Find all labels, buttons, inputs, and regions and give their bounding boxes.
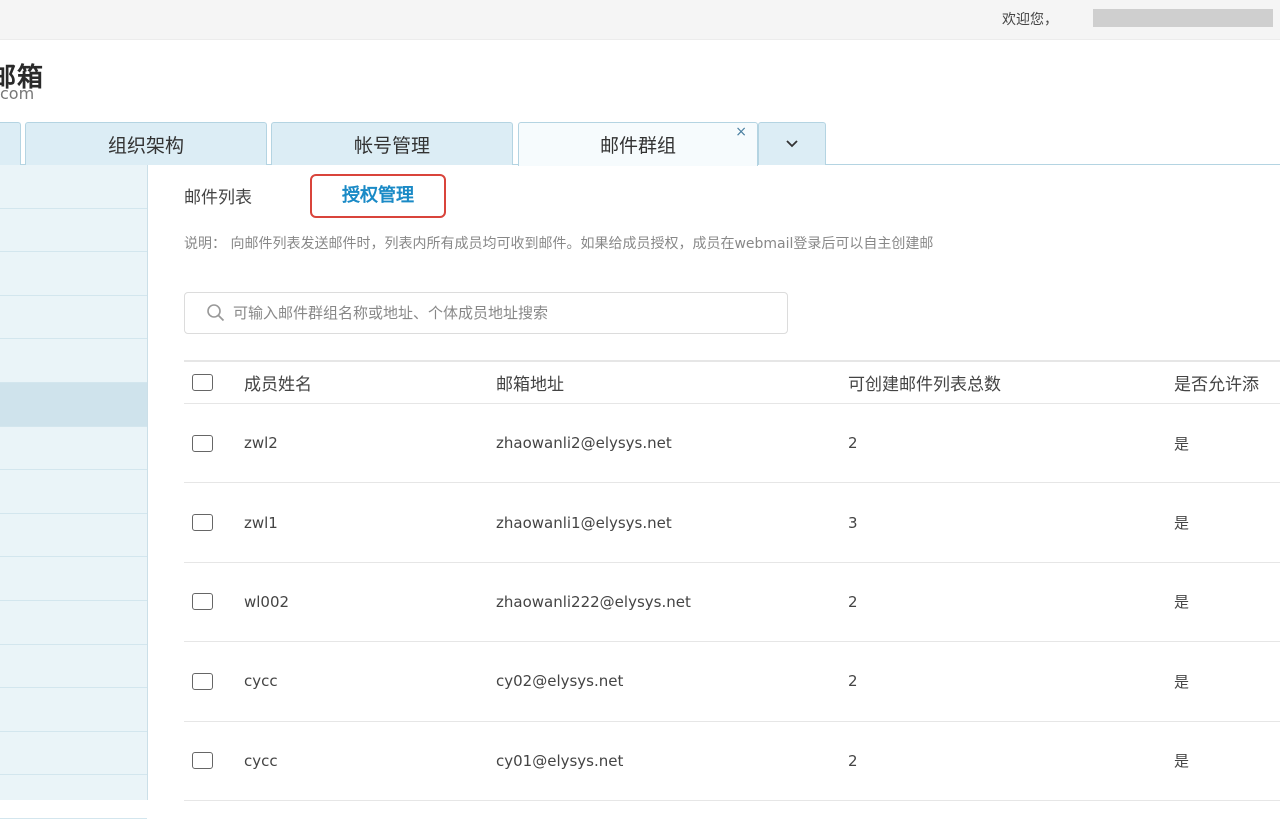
sidebar-item[interactable] (0, 645, 147, 689)
sidebar-item[interactable] (0, 296, 147, 340)
sidebar-item[interactable] (0, 601, 147, 645)
welcome-text: 欢迎您， (1002, 12, 1058, 28)
sidebar-item[interactable] (0, 470, 147, 514)
member-email: zhaowanli222@elysys.net (496, 592, 691, 611)
sidebar-item[interactable] (0, 688, 147, 732)
member-name: cycc (244, 751, 278, 770)
member-allow: 是 (1174, 514, 1190, 533)
member-list-total: 2 (848, 434, 858, 453)
member-allow: 是 (1174, 752, 1190, 771)
tab-mail-groups[interactable]: 邮件群组 × (518, 122, 758, 166)
header-list-total: 可创建邮件列表总数 (848, 375, 1001, 395)
header-allow: 是否允许添 (1174, 375, 1259, 395)
select-all-checkbox[interactable] (192, 374, 213, 391)
member-name: zwl1 (244, 513, 278, 532)
member-list-total: 2 (848, 751, 858, 770)
tab-bar: 组织架构 帐号管理 邮件群组 × (0, 122, 1280, 166)
row-checkbox[interactable] (192, 672, 213, 690)
sidebar-item[interactable] (0, 165, 147, 209)
username-redacted (1093, 9, 1273, 27)
row-checkbox[interactable] (192, 752, 213, 770)
sidebar-item[interactable] (0, 557, 147, 601)
member-name: zwl2 (244, 434, 278, 453)
description-note: 说明： 向邮件列表发送邮件时，列表内所有成员均可收到邮件。如果给成员授权，成员在… (184, 236, 934, 252)
sidebar-item[interactable] (0, 514, 147, 558)
member-list-total: 3 (848, 513, 858, 532)
sidebar-item[interactable] (0, 209, 147, 253)
subtab-mail-list[interactable]: 邮件列表 (184, 180, 252, 216)
header-checkbox-cell (192, 362, 213, 403)
header-email-address: 邮箱地址 (496, 375, 564, 395)
sidebar-item-active[interactable] (0, 382, 147, 427)
tab-partial[interactable] (0, 122, 21, 165)
sidebar-item[interactable] (0, 427, 147, 471)
sidebar-item[interactable] (0, 732, 147, 776)
member-email: zhaowanli1@elysys.net (496, 513, 672, 532)
member-allow: 是 (1174, 672, 1190, 691)
table-row: zwl2 zhaowanli2@elysys.net 2 是 (184, 404, 1280, 484)
table-row: wl002 zhaowanli222@elysys.net 2 是 (184, 563, 1280, 643)
tab-org-structure[interactable]: 组织架构 (25, 122, 267, 165)
sidebar-item[interactable] (0, 339, 147, 383)
row-checkbox-cell (192, 404, 213, 482)
header-member-name: 成员姓名 (244, 375, 312, 395)
row-checkbox-cell (192, 642, 213, 720)
search-input[interactable] (233, 304, 773, 322)
table-row: cycc cy01@elysys.net 2 是 (184, 722, 1280, 801)
search-box[interactable] (184, 292, 788, 334)
member-email: zhaowanli2@elysys.net (496, 434, 672, 453)
member-list-total: 2 (848, 592, 858, 611)
member-email: cy01@elysys.net (496, 751, 624, 770)
member-name: wl002 (244, 592, 290, 611)
sidebar (0, 165, 148, 819)
table-header: 成员姓名 邮箱地址 可创建邮件列表总数 是否允许添 (184, 360, 1280, 404)
top-bar: 欢迎您， (0, 0, 1280, 40)
subtab-authorization[interactable]: 授权管理 (310, 174, 446, 218)
logo: 邮箱 com (0, 52, 80, 104)
member-allow: 是 (1174, 593, 1190, 612)
sidebar-item[interactable] (0, 775, 147, 819)
search-icon (207, 304, 225, 322)
logo-subtitle: com (0, 84, 35, 103)
member-name: cycc (244, 672, 278, 691)
tab-more-button[interactable] (758, 122, 826, 165)
table-row: zwl1 zhaowanli1@elysys.net 3 是 (184, 483, 1280, 563)
row-checkbox-cell (192, 722, 213, 800)
member-table: 成员姓名 邮箱地址 可创建邮件列表总数 是否允许添 zwl2 zhaowanli… (184, 360, 1280, 801)
row-checkbox[interactable] (192, 434, 213, 452)
tab-label: 帐号管理 (353, 134, 430, 157)
row-checkbox-cell (192, 563, 213, 641)
chevron-down-icon (786, 140, 798, 148)
sidebar-item[interactable] (0, 252, 147, 296)
member-email: cy02@elysys.net (496, 672, 624, 691)
member-allow: 是 (1174, 434, 1190, 453)
member-list-total: 2 (848, 672, 858, 691)
tab-account-management[interactable]: 帐号管理 (271, 122, 513, 165)
tab-label: 组织架构 (107, 134, 184, 157)
row-checkbox[interactable] (192, 514, 213, 532)
row-checkbox-cell (192, 483, 213, 561)
tab-label: 邮件群组 (599, 135, 676, 157)
row-checkbox[interactable] (192, 593, 213, 611)
table-row: cycc cy02@elysys.net 2 是 (184, 642, 1280, 722)
close-icon[interactable]: × (735, 124, 747, 140)
